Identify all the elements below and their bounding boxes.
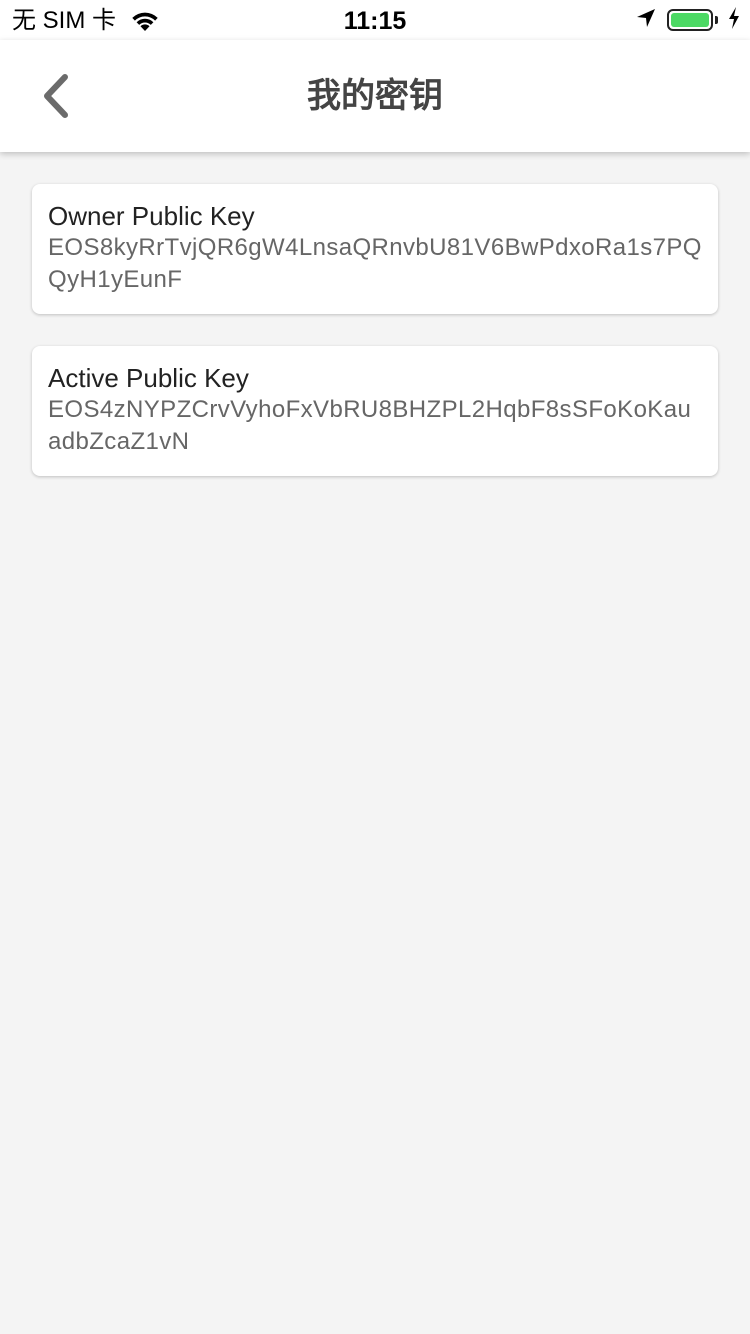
battery-icon	[667, 9, 713, 31]
active-key-card[interactable]: Active Public Key EOS4zNYPZCrvVyhoFxVbRU…	[32, 346, 718, 476]
battery-cap	[715, 16, 718, 24]
key-label: Active Public Key	[48, 363, 249, 393]
page-title: 我的密钥	[307, 77, 443, 115]
key-value: EOS4zNYPZCrvVyhoFxVbRU8BHZPL2HqbF8sSFoKo…	[48, 396, 692, 455]
key-value: EOS8kyRrTvjQR6gW4LnsaQRnvbU81V6BwPdxoRa1…	[48, 234, 702, 293]
status-bar: 无 SIM 卡 11:15	[0, 0, 750, 40]
key-label: Owner Public Key	[48, 201, 255, 231]
charging-bolt-icon	[728, 6, 740, 34]
key-list: Owner Public Key EOS8kyRrTvjQR6gW4LnsaQR…	[32, 184, 718, 508]
nav-bar: 我的密钥	[0, 40, 750, 152]
location-arrow-icon	[635, 7, 657, 34]
battery-fill	[671, 13, 709, 27]
status-right-group	[635, 6, 740, 34]
owner-key-card[interactable]: Owner Public Key EOS8kyRrTvjQR6gW4LnsaQR…	[32, 184, 718, 314]
